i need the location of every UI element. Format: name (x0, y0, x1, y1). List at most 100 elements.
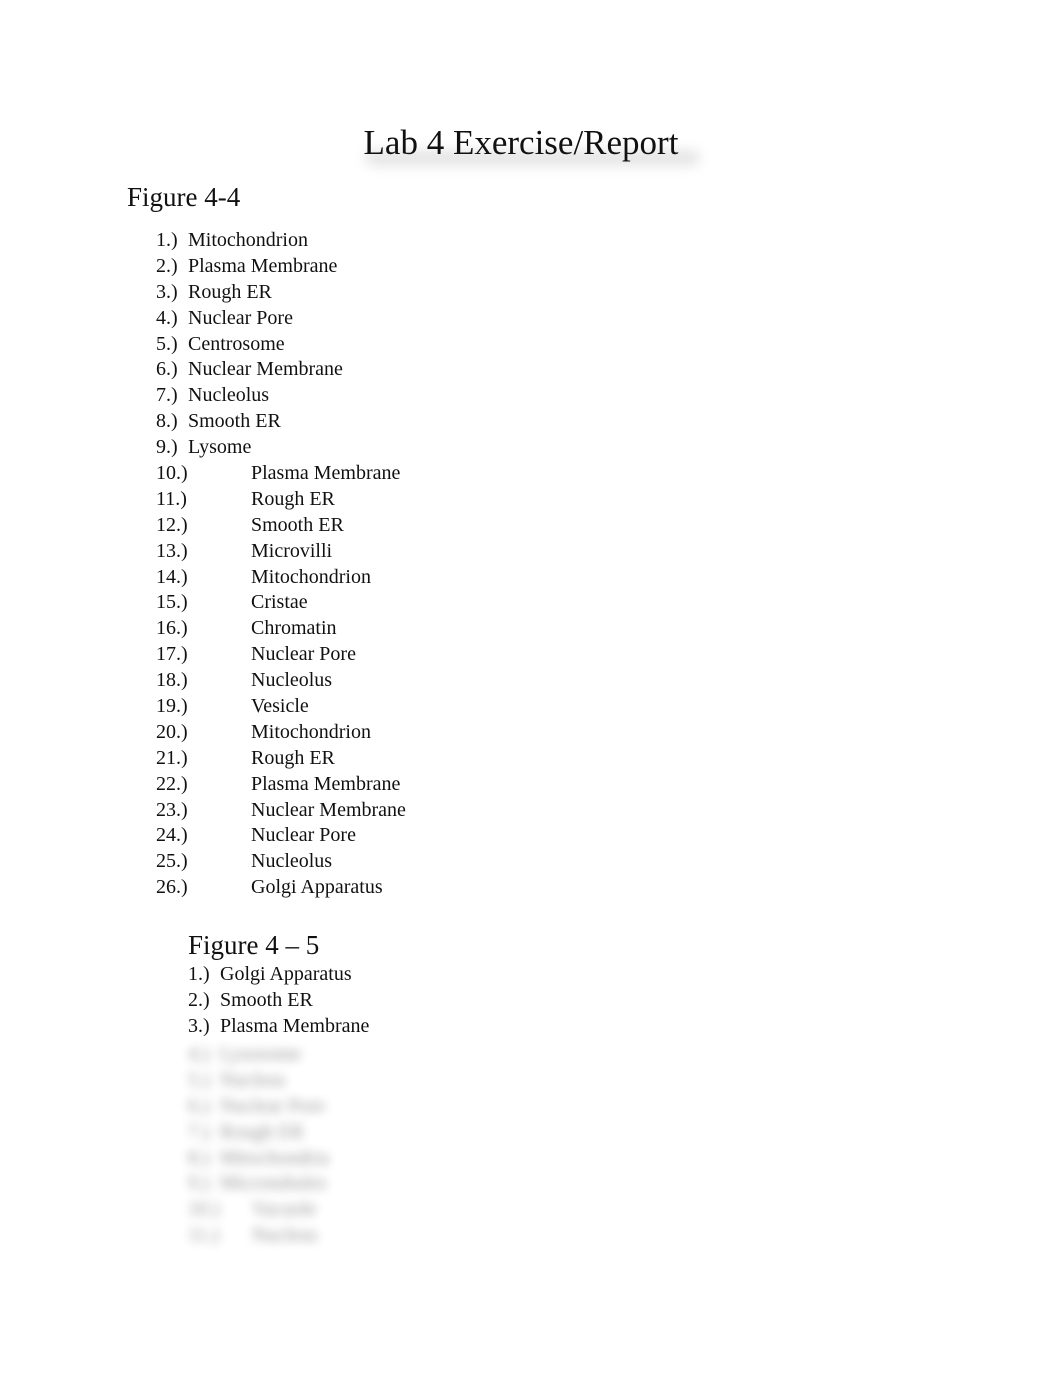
item-number: 19.) (156, 695, 188, 718)
figure-4-5-list: 1.) Golgi Apparatus 2.) Smooth ER 3.) Plasma … (188, 962, 369, 1040)
item-label: Nucleolus (188, 384, 270, 407)
figure-4-5-heading: Figure 4 – 5 (188, 930, 320, 960)
item-label: Nuclear Membrane (251, 798, 406, 821)
list-item: 19.) Vesicle (156, 694, 406, 720)
list-item: 13.) Microvilli (156, 539, 406, 565)
item-label: Microvilli (251, 539, 333, 562)
item-label: Golgi Apparatus (220, 963, 352, 985)
figure-4-5-blurred-list: 4.) Lysosome 5.) Nucleus 6.) Nuclear Pore 7.) R… (188, 1042, 329, 1249)
item-label: Smooth ER (220, 988, 313, 1011)
item-label: Lysome (188, 436, 252, 459)
item-number: 9.) (156, 436, 178, 459)
item-number: 9.) (188, 1172, 210, 1195)
list-item: 26.) Golgi Apparatus (156, 875, 406, 901)
page-title: Lab 4 Exercise/Report (363, 123, 679, 162)
item-label: Mitochondrion (251, 720, 371, 743)
list-item: 8.) Mitochondria (188, 1146, 329, 1172)
item-number: 10.) (188, 1198, 220, 1221)
list-item: 25.) Nucleolus (156, 849, 406, 875)
item-label: Vacuole (252, 1198, 317, 1221)
list-item: 7.) Rough ER (188, 1120, 329, 1146)
item-label: Nuclear Pore (251, 643, 356, 666)
item-label: Nuclear Pore (188, 306, 293, 329)
item-number: 15.) (156, 591, 188, 614)
list-item: 20.) Mitochondrion (156, 720, 406, 746)
item-label: Mitochondria (220, 1146, 329, 1169)
list-item: 3.) Plasma Membrane (188, 1014, 369, 1040)
item-number: 17.) (156, 643, 188, 666)
list-item: 21.) Rough ER (156, 746, 406, 772)
item-label: Mitochondrion (188, 229, 308, 251)
list-item: 1.) Mitochondrion (156, 228, 406, 254)
list-item: 12.) Smooth ER (156, 513, 406, 539)
item-number: 11.) (156, 487, 187, 510)
list-item: 6.) Nuclear Pore (188, 1094, 329, 1120)
item-number: 22.) (156, 772, 188, 795)
item-number: 26.) (156, 876, 188, 899)
item-number: 13.) (156, 539, 188, 562)
list-item: 7.) Nucleolus (156, 383, 406, 409)
list-item: 23.) Nuclear Membrane (156, 798, 406, 824)
list-item: 8.) Smooth ER (156, 409, 406, 435)
list-item: 9.) Microtubules (188, 1171, 329, 1197)
item-number: 25.) (156, 850, 188, 873)
item-number: 1.) (188, 963, 210, 985)
item-label: Microtubules (220, 1172, 327, 1195)
item-number: 16.) (156, 617, 188, 640)
item-label: Mitochondrion (251, 565, 371, 588)
list-item: 14.) Mitochondrion (156, 565, 406, 591)
list-item: 22.) Plasma Membrane (156, 772, 406, 798)
item-label: Nuclear Pore (251, 824, 356, 847)
item-label: Nucleolus (251, 669, 333, 692)
item-number: 10.) (156, 462, 188, 485)
item-number: 14.) (156, 565, 188, 588)
item-number: 11.) (188, 1224, 219, 1247)
item-number: 18.) (156, 669, 188, 692)
list-item: 11.) Nucleus (188, 1223, 329, 1249)
item-label: Golgi Apparatus (251, 876, 383, 899)
item-number: 8.) (156, 410, 178, 433)
item-number: 20.) (156, 720, 188, 743)
list-item: 3.) Rough ER (156, 280, 406, 306)
item-number: 21.) (156, 746, 188, 769)
list-item: 2.) Plasma Membrane (156, 254, 406, 280)
item-label: Centrosome (188, 332, 285, 355)
list-item: 6.) Nuclear Membrane (156, 357, 406, 383)
item-label: Plasma Membrane (220, 1014, 370, 1037)
item-label: Nucleus (220, 1068, 286, 1091)
list-item: 10.) Vacuole (188, 1197, 329, 1223)
item-number: 7.) (156, 384, 178, 407)
item-number: 5.) (156, 332, 178, 355)
item-label: Nucleus (252, 1224, 318, 1247)
item-number: 4.) (156, 306, 178, 329)
item-number: 2.) (188, 988, 210, 1011)
item-label: Vesicle (251, 695, 309, 718)
list-item: 15.) Cristae (156, 590, 406, 616)
item-label: Rough ER (188, 280, 272, 303)
item-label: Nuclear Membrane (188, 358, 343, 381)
item-number: 4.) (188, 1043, 210, 1065)
item-label: Smooth ER (251, 513, 344, 536)
item-label: Plasma Membrane (188, 254, 338, 277)
list-item: 2.) Smooth ER (188, 988, 369, 1014)
item-number: 6.) (156, 358, 178, 381)
list-item: 10.) Plasma Membrane (156, 461, 406, 487)
list-item: 9.) Lysome (156, 435, 406, 461)
list-item: 17.) Nuclear Pore (156, 642, 406, 668)
item-number: 23.) (156, 798, 188, 821)
item-number: 3.) (156, 280, 178, 303)
item-number: 24.) (156, 824, 188, 847)
figure-4-4-heading: Figure 4-4 (127, 182, 241, 212)
figure-4-4-list: 1.) Mitochondrion 2.) Plasma Membrane 3.) Rou… (156, 228, 406, 901)
item-label: Chromatin (251, 617, 337, 640)
item-label: Plasma Membrane (251, 462, 401, 485)
item-label: Lysosome (220, 1043, 302, 1065)
item-label: Cristae (251, 591, 308, 614)
list-item: 5.) Centrosome (156, 332, 406, 358)
item-number: 7.) (188, 1120, 210, 1143)
list-item: 4.) Nuclear Pore (156, 306, 406, 332)
list-item: 11.) Rough ER (156, 487, 406, 513)
item-label: Nuclear Pore (220, 1094, 325, 1117)
item-number: 1.) (156, 229, 178, 251)
item-number: 12.) (156, 513, 188, 536)
